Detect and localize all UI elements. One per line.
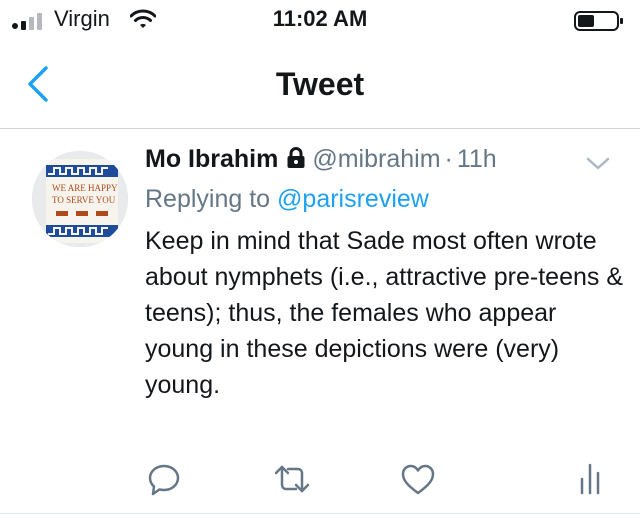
page-title: Tweet: [275, 66, 365, 102]
battery-icon: [574, 11, 623, 31]
tweet-actions: [0, 459, 640, 499]
avatar-text-line-2: TO SERVE YOU: [52, 195, 116, 205]
tweet-time: 11h: [456, 145, 497, 173]
avatar-text-line-1: WE ARE HAPPY: [52, 183, 118, 193]
separator-dot: ·: [444, 145, 453, 173]
like-icon[interactable]: [398, 459, 438, 499]
replying-prefix: Replying to: [145, 185, 271, 213]
avatar[interactable]: WE ARE HAPPY TO SERVE YOU: [32, 151, 128, 247]
status-bar: Virgin 11:02 AM: [0, 0, 640, 42]
tweet-detail: WE ARE HAPPY TO SERVE YOU Mo Ibrahim @mi…: [0, 129, 640, 520]
reply-to-handle-link[interactable]: @parisreview: [277, 185, 429, 213]
author-name[interactable]: Mo Ibrahim: [145, 145, 278, 173]
replying-to: Replying to @parisreview: [145, 185, 429, 214]
nav-bar: Tweet: [0, 42, 640, 129]
tweet-text: Keep in mind that Sade most often wrote …: [145, 227, 624, 399]
greek-cup-image: WE ARE HAPPY TO SERVE YOU: [32, 151, 128, 247]
chevron-down-icon[interactable]: [584, 155, 612, 173]
tweet-header: Mo Ibrahim @mibrahim · 11h: [145, 145, 497, 174]
lock-icon: [287, 147, 305, 168]
divider: [0, 513, 640, 514]
retweet-icon[interactable]: [272, 459, 312, 499]
status-time: 11:02 AM: [272, 6, 368, 31]
author-handle[interactable]: @mibrahim: [312, 145, 440, 173]
analytics-icon[interactable]: [570, 459, 610, 499]
reply-icon[interactable]: [144, 459, 184, 499]
